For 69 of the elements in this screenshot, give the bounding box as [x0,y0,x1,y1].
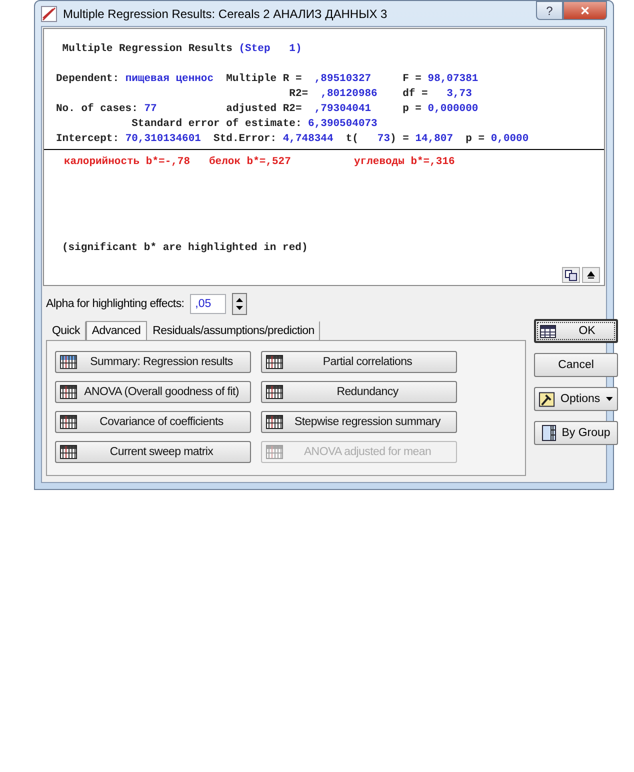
result-label: Standard error of estimate: [130,118,303,130]
chart-icon [41,6,57,22]
alpha-field[interactable]: ,05 [190,294,226,314]
table-icon [266,415,283,429]
result-label: adjusted R2= [225,103,303,115]
table-icon [266,385,283,399]
options-button[interactable]: Options [534,387,618,411]
result-value: 6,390504073 [308,118,378,130]
result-value: 14,807 [415,133,454,145]
table-icon [540,324,556,338]
result-value: 3,73 [446,88,472,100]
result-value: 0,000000 [428,103,478,115]
bygroup-button[interactable]: By Group [534,421,618,445]
result-value: 98,07381 [428,73,478,85]
result-value: ,80120986 [320,88,378,100]
coefficient-text: углеводы b*=,316 [354,156,455,168]
result-value: ,79304041 [313,103,372,115]
spin-buttons[interactable] [232,293,248,315]
tab[interactable]: Advanced [86,321,147,340]
collapse-button[interactable] [582,267,600,283]
table-icon [60,445,77,459]
ok-button[interactable]: OK [534,319,618,343]
action-button[interactable]: Summary: Regression results [55,351,251,373]
result-label: Intercept: [56,133,120,145]
coefficient-text: калорийность b*=-,78 [64,156,190,168]
result-label: Multiple Regression Results [61,43,234,55]
result-label: Multiple R = [225,73,303,85]
caret-icon [606,397,613,401]
up-arrow-icon [587,271,595,279]
help-button[interactable]: ? [536,1,563,20]
action-button[interactable]: Stepwise regression summary [261,411,457,433]
note-text: (significant b* are highlighted in red) [62,242,308,254]
result-label: p = [402,103,422,115]
result-value: пищевая ценнос [125,73,214,85]
action-button[interactable]: Covariance of coefficients [55,411,251,433]
result-value: 73 [377,133,390,145]
result-label: t( [344,133,360,145]
action-button[interactable]: Redundancy [261,381,457,403]
result-label: R2= [288,88,310,100]
action-button[interactable]: Partial correlations [261,351,457,373]
spin-arrows-icon [235,296,244,312]
table-icon [266,445,283,459]
result-value: ,89510327 [313,73,372,85]
result-label: Dependent: [56,73,120,85]
hammer-icon [539,392,555,406]
result-value: 4,748344 [282,133,334,145]
result-label: df = [402,88,429,100]
summary-table-icon [60,355,77,369]
coefficient-text: белок b*=,527 [209,156,291,168]
result-label: p = [464,133,486,145]
copy-icon [565,270,577,280]
result-value: 77 [144,103,157,115]
result-value: (Step 1) [238,43,302,55]
result-label: No. of cases: [56,103,139,115]
alpha-label: Alpha for highlighting effects: [46,298,184,310]
table-icon [60,415,77,429]
action-button[interactable]: ANOVA (Overall goodness of fit) [55,381,251,403]
table-icon [266,355,283,369]
result-value: 0,0000 [490,133,529,145]
table-icon [60,385,77,399]
cancel-button[interactable]: Cancel [534,353,618,377]
group-table-icon [542,425,556,441]
copy-button[interactable] [562,267,580,283]
result-value: 70,310134601 [125,133,201,145]
result-label: ) = [390,133,410,145]
result-label: F = [402,73,422,85]
result-label: Std.Error: [212,133,278,145]
action-button[interactable]: Current sweep matrix [55,441,251,463]
window-title: Multiple Regression Results: Cereals 2 АНАЛИЗ ДАННЫХ 3 [63,6,388,20]
